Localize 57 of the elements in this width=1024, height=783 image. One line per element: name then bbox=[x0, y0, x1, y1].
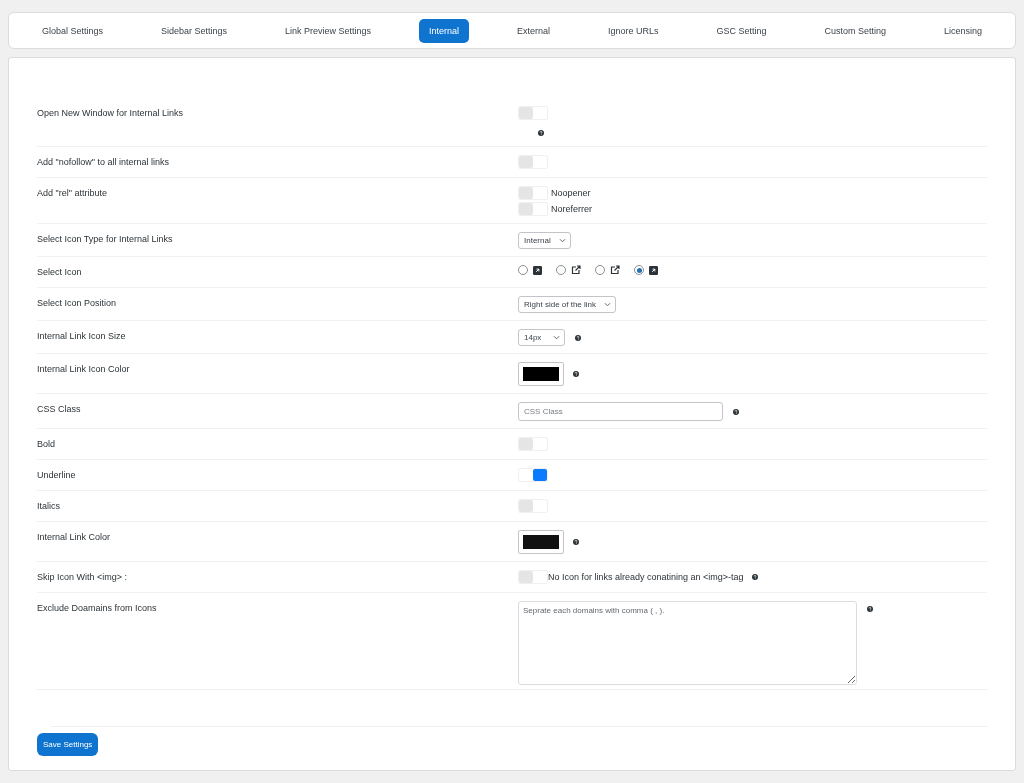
setting-label: Select Icon Type for Internal Links bbox=[37, 232, 174, 244]
help-icon[interactable] bbox=[573, 371, 579, 378]
tab[interactable]: Sidebar Settings bbox=[150, 18, 237, 43]
select-dropdown[interactable]: Right side of the link bbox=[518, 296, 617, 314]
text-field[interactable]: CSS Class bbox=[518, 402, 723, 422]
option-label: Noreferrer bbox=[551, 204, 592, 215]
arrow-square-icon bbox=[649, 265, 658, 275]
tab[interactable]: External bbox=[506, 18, 560, 43]
help-icon[interactable] bbox=[867, 606, 873, 613]
text-area[interactable]: Seprate each domains with comma ( , ). bbox=[518, 601, 857, 686]
setting-label: Exclude Doamains from Icons bbox=[37, 602, 158, 614]
tab[interactable]: GSC Setting bbox=[706, 18, 777, 43]
toggle-switch[interactable] bbox=[518, 186, 548, 201]
toggle-switch[interactable] bbox=[518, 106, 548, 120]
setting-label: Bold bbox=[37, 438, 56, 450]
tab[interactable]: Ignore URLs bbox=[597, 18, 669, 43]
setting-label: CSS Class bbox=[37, 403, 82, 415]
toggle-switch[interactable] bbox=[518, 155, 548, 170]
color-swatch[interactable] bbox=[519, 531, 563, 554]
tab[interactable]: Custom Setting bbox=[814, 18, 896, 43]
help-icon[interactable] bbox=[538, 130, 544, 136]
setting-label: Add "rel" attribute bbox=[37, 187, 108, 199]
toggle-switch[interactable] bbox=[518, 437, 548, 452]
caret-icon bbox=[558, 237, 566, 243]
setting-label: Internal Link Icon Color bbox=[37, 363, 131, 375]
toggle-switch[interactable] bbox=[518, 202, 548, 217]
external-link-icon bbox=[610, 265, 620, 276]
help-icon[interactable] bbox=[575, 334, 581, 341]
external-link-icon bbox=[571, 265, 581, 276]
save-button[interactable]: Save Settings bbox=[37, 733, 99, 756]
setting-label: Add "nofollow" to all internal links bbox=[37, 156, 170, 168]
setting-label: Select Icon Position bbox=[37, 297, 118, 309]
color-swatch[interactable] bbox=[519, 363, 563, 386]
tab[interactable]: Global Settings bbox=[31, 18, 113, 43]
setting-label: Internal Link Icon Size bbox=[37, 330, 127, 342]
option-label: Noopener bbox=[551, 188, 591, 199]
select-dropdown[interactable]: Internal bbox=[518, 231, 571, 249]
tab[interactable]: Licensing bbox=[933, 18, 992, 43]
setting-label: Open New Window for Internal Links bbox=[37, 107, 185, 118]
tab[interactable]: Internal bbox=[418, 18, 469, 43]
toggle-switch[interactable] bbox=[518, 499, 548, 514]
setting-label: Underline bbox=[37, 469, 77, 481]
select-dropdown[interactable]: 14px bbox=[518, 329, 565, 347]
setting-label: Skip Icon With <img> : bbox=[37, 571, 129, 583]
tab[interactable]: Link Preview Settings bbox=[274, 18, 381, 43]
help-icon[interactable] bbox=[751, 574, 758, 581]
arrow-square-icon bbox=[533, 265, 542, 275]
toggle-switch[interactable] bbox=[518, 570, 548, 585]
caret-icon bbox=[553, 335, 560, 341]
help-icon[interactable] bbox=[573, 539, 579, 546]
option-label: No Icon for links already conatining an <img>-tag bbox=[548, 572, 744, 583]
setting-label: Internal Link Color bbox=[37, 531, 112, 543]
toggle-switch[interactable] bbox=[518, 468, 548, 483]
setting-label: Italics bbox=[37, 500, 61, 512]
caret-icon bbox=[604, 302, 612, 308]
help-icon[interactable] bbox=[733, 408, 739, 415]
setting-label: Select Icon bbox=[37, 266, 83, 278]
